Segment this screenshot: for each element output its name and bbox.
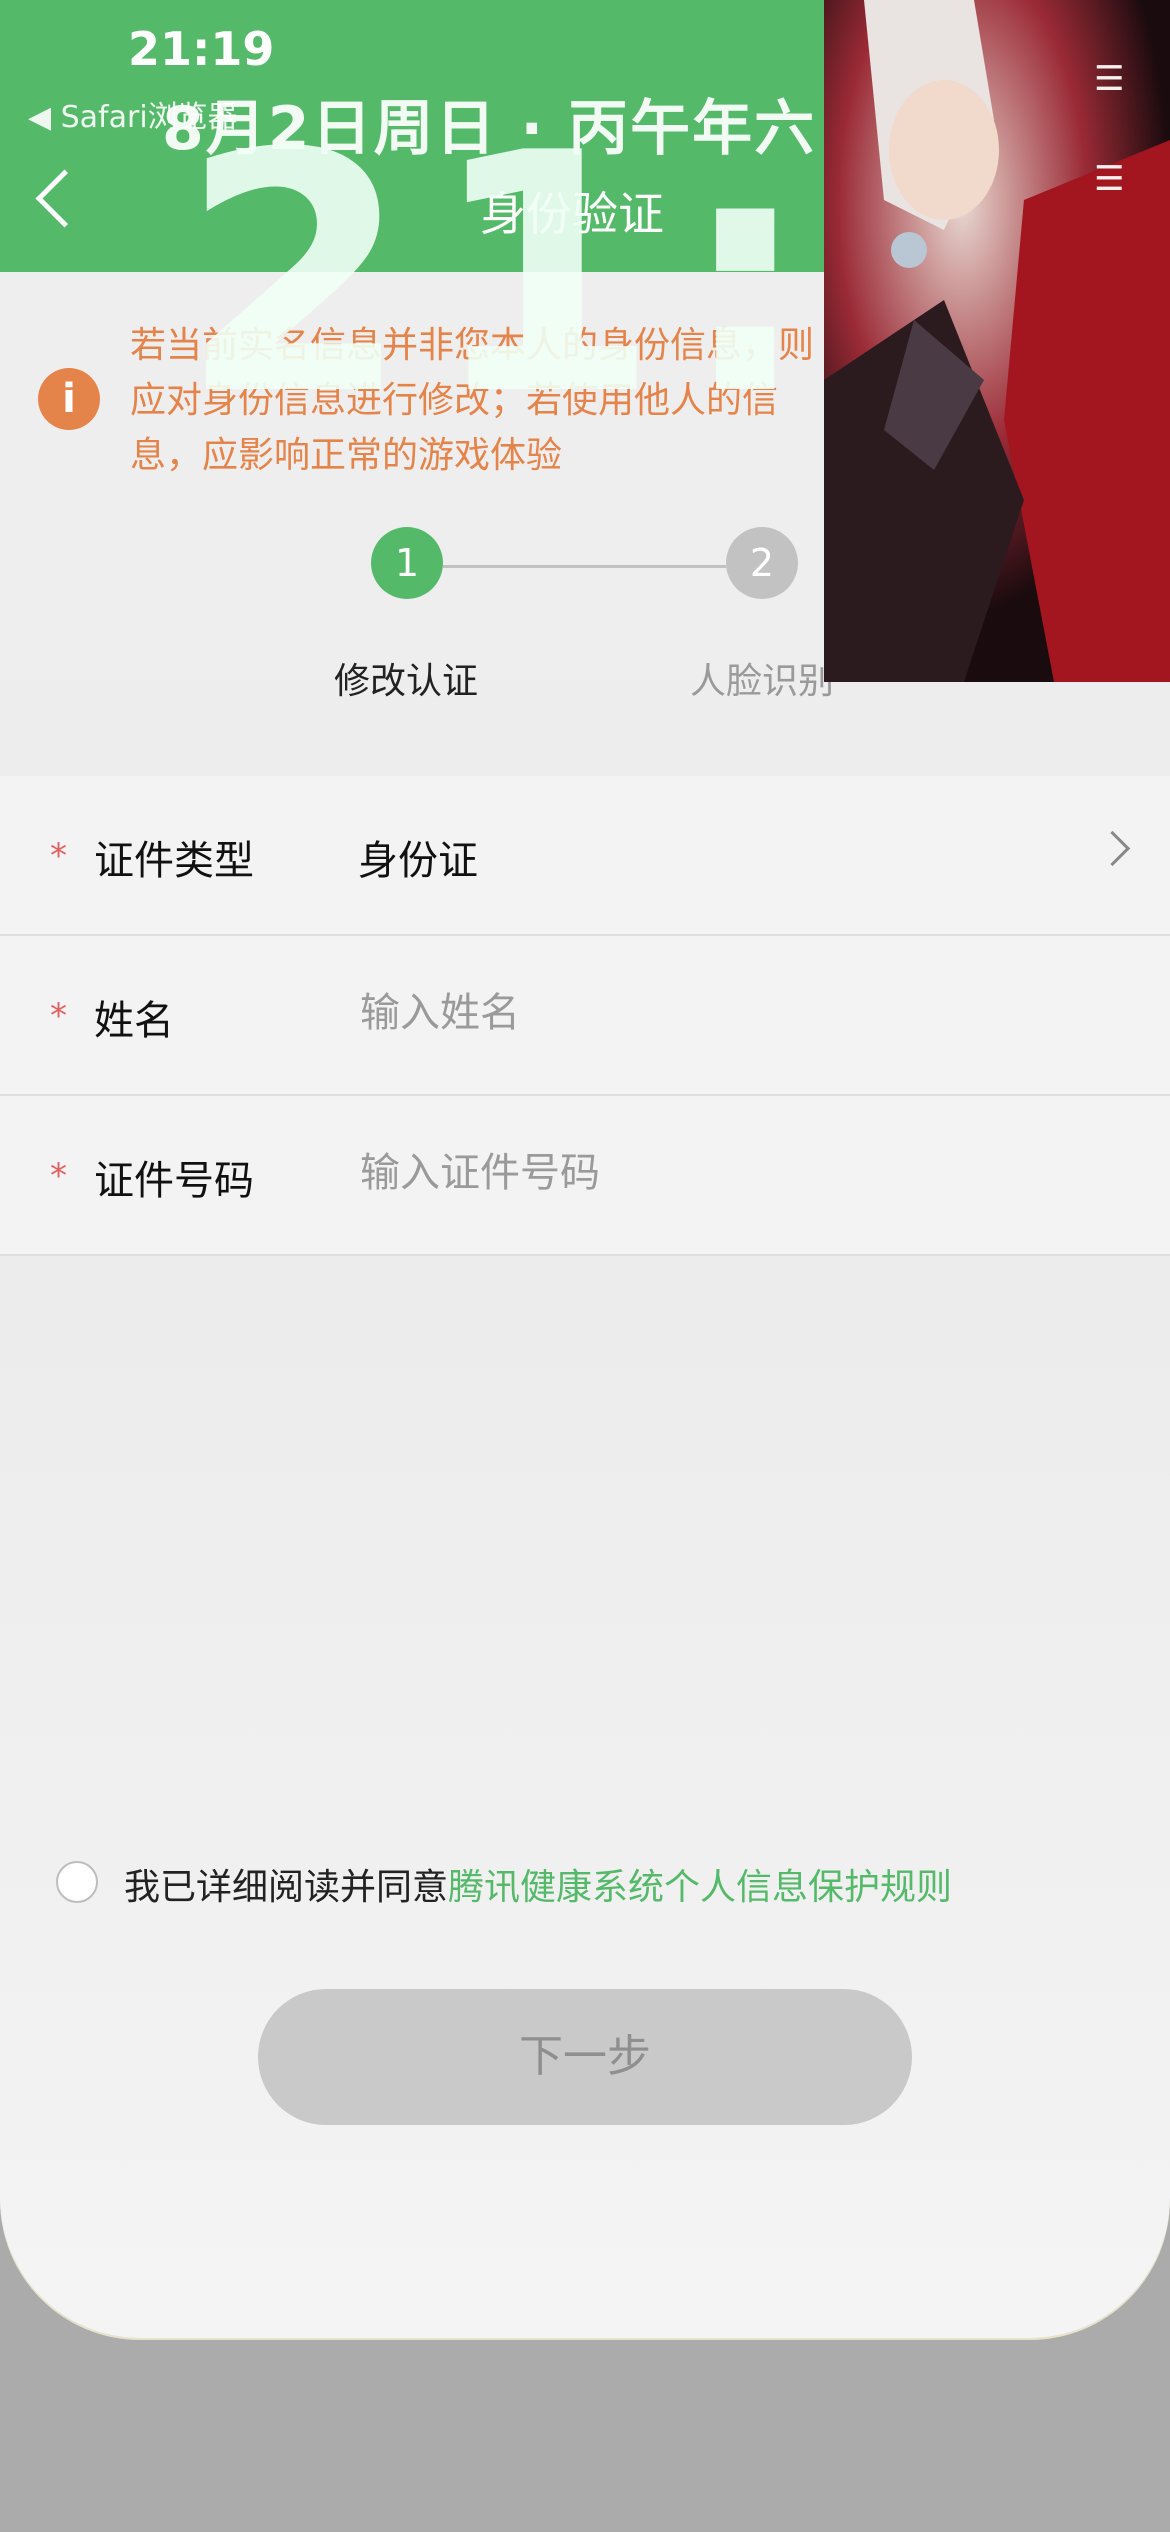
id-number-label: 证件号码 (94, 1158, 254, 1204)
poster-art: ☰ ☰ (824, 0, 1170, 682)
required-mark: * (50, 996, 67, 1036)
id-type-row[interactable]: * 证件类型 身份证 (0, 776, 1170, 936)
privacy-rules-link[interactable]: 腾讯健康系统个人信息保护规则 (448, 1867, 952, 1908)
status-time: 21:19 (128, 22, 275, 76)
step-1-indicator: 1 (371, 527, 443, 599)
next-step-button[interactable]: 下一步 (258, 1989, 912, 2125)
name-label: 姓名 (94, 998, 174, 1044)
chevron-right-icon (1094, 830, 1131, 867)
agreement-text: 我已详细阅读并同意 (124, 1867, 449, 1908)
back-chevron-icon[interactable] (35, 169, 94, 228)
required-mark: * (50, 1156, 67, 1196)
step-2-label: 人脸识别 (690, 661, 835, 702)
step-2-indicator: 2 (726, 527, 798, 599)
step-connector (443, 565, 726, 568)
name-row: * 姓名 (0, 936, 1170, 1096)
name-input[interactable] (358, 982, 1062, 1044)
page-sheet: 21:19 ◀ Safari浏览器 身份验证 8月2日周日 · 丙午年六 i 若… (0, 0, 1170, 2338)
id-number-row: * 证件号码 (0, 1096, 1170, 1256)
id-form: * 证件类型 身份证 * 姓名 * 证件号码 (0, 776, 1170, 1256)
step-1-label: 修改认证 (334, 661, 479, 702)
id-type-label: 证件类型 (94, 838, 254, 884)
poster-logo-1: ☰ (1094, 59, 1124, 99)
agreement-label: 我已详细阅读并同意腾讯健康系统个人信息保护规则 (124, 1858, 952, 1910)
agreement-radio[interactable] (56, 1861, 98, 1903)
id-number-input[interactable] (358, 1142, 1062, 1204)
game-poster-image: ☰ ☰ (824, 0, 1170, 682)
id-type-value: 身份证 (358, 838, 478, 884)
poster-logo-2: ☰ (1094, 159, 1124, 199)
info-icon: i (38, 368, 100, 430)
required-mark: * (50, 836, 67, 876)
